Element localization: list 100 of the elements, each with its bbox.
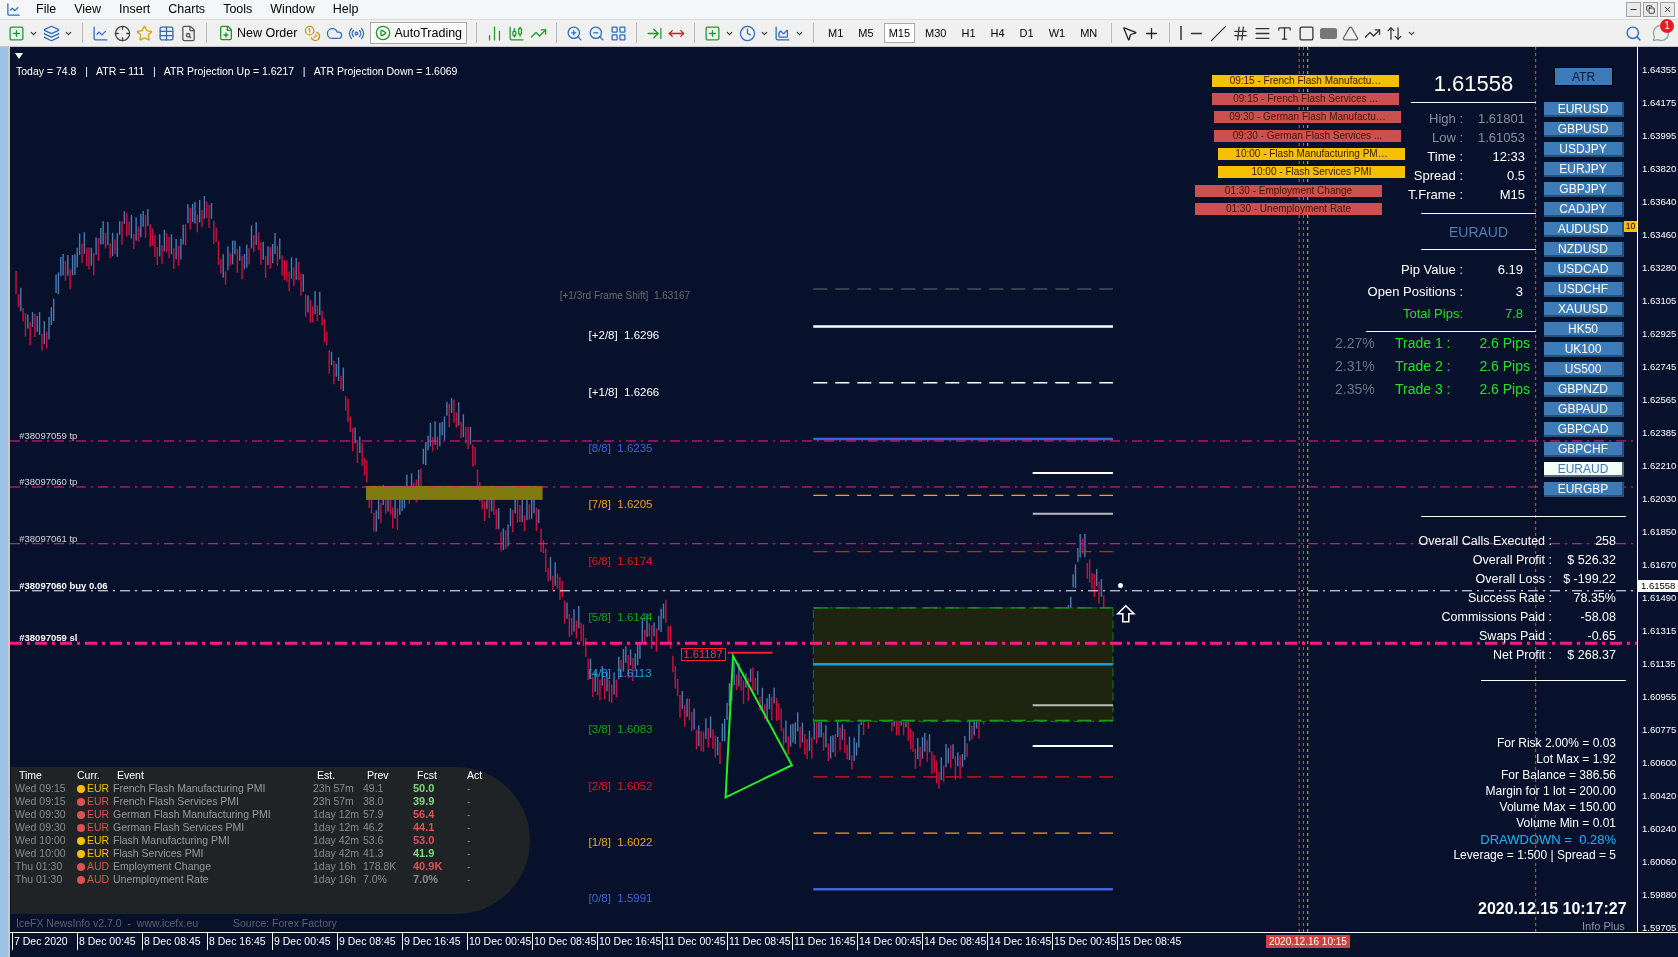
trade-label: Trade 1 : xyxy=(1395,334,1452,353)
news-actual: - xyxy=(466,834,472,847)
symbol-button[interactable]: UK100 xyxy=(1544,342,1624,357)
layers-icon[interactable] xyxy=(43,24,60,42)
channel-icon[interactable] xyxy=(1232,24,1250,42)
news-actual: - xyxy=(466,860,472,873)
news-time: Thu 01:30 xyxy=(15,860,64,873)
zoom-in-icon[interactable] xyxy=(566,24,584,42)
cursor-icon[interactable] xyxy=(1121,24,1139,42)
symbol-button[interactable]: GBPJPY xyxy=(1544,182,1624,197)
timeframe-button[interactable]: M5 xyxy=(853,23,879,43)
trade-label: Trade 3 : xyxy=(1395,380,1452,399)
symbol-button[interactable]: EURJPY xyxy=(1544,162,1624,177)
timeframe-button[interactable]: M30 xyxy=(920,23,952,43)
time-tick-label: 15 Dec 00:45 xyxy=(1052,933,1117,950)
symbol-button[interactable]: GBPNZD xyxy=(1544,382,1624,397)
timeframe-button[interactable]: H4 xyxy=(985,23,1010,43)
column-header: Event xyxy=(116,769,145,782)
timeframe-button[interactable]: M15 xyxy=(883,23,916,43)
symbol-button[interactable]: GBPUSD xyxy=(1544,122,1624,137)
menu-item[interactable]: File xyxy=(27,0,66,19)
stat-label: Overall Profit : xyxy=(1471,552,1552,570)
news-time: Wed 09:30 xyxy=(15,808,67,821)
stat-label: Overall Loss : xyxy=(1474,571,1552,589)
crosshair-icon[interactable] xyxy=(114,24,131,42)
lot-info-line: Volume Max = 150.00 xyxy=(1499,799,1616,814)
price-tick-label: 1.62385 xyxy=(1642,427,1677,439)
news-forecast: 56.4 xyxy=(413,808,436,821)
level-label: [3/8] 1.6083 xyxy=(588,722,653,738)
timeframe-button[interactable]: D1 xyxy=(1014,23,1039,43)
menu-item[interactable]: Charts xyxy=(159,0,215,19)
quote-value: 12:33 xyxy=(1491,147,1525,166)
news-actual: - xyxy=(466,795,472,808)
news-event: Flash Services PMI xyxy=(113,847,205,860)
symbol-button[interactable]: EURUSD xyxy=(1544,102,1624,117)
symbol-button[interactable]: GBPCAD xyxy=(1544,422,1624,437)
news-event: German Flash Services PMI xyxy=(113,821,246,834)
close-button[interactable] xyxy=(1660,2,1675,17)
symbol-button[interactable]: USDCAD xyxy=(1544,262,1624,277)
symbol-button[interactable]: EURGBP xyxy=(1544,482,1624,497)
chart-icon[interactable] xyxy=(92,24,109,42)
price-label: 1.61187 xyxy=(680,647,726,661)
restore-button[interactable] xyxy=(1643,2,1658,17)
menu-item[interactable]: View xyxy=(65,0,111,19)
level-label: [8/8] 1.6235 xyxy=(588,441,653,457)
candlestick-icon[interactable] xyxy=(508,24,526,42)
clock-icon[interactable] xyxy=(739,24,757,42)
timeframe-button[interactable]: M1 xyxy=(823,23,849,43)
text-label-icon[interactable] xyxy=(1298,24,1316,42)
symbol-button[interactable]: US500 xyxy=(1544,362,1624,377)
arrows-icon[interactable] xyxy=(1386,24,1404,42)
zoom-out-icon[interactable] xyxy=(588,24,606,42)
news-actual: - xyxy=(466,821,472,834)
symbol-button[interactable]: XAUUSD xyxy=(1544,302,1624,317)
symbol-button[interactable]: USDJPY xyxy=(1544,142,1624,157)
news-bar: 09:15 - French Flash Services ... xyxy=(1212,93,1399,105)
triangle-icon[interactable] xyxy=(1342,24,1360,42)
restore-icon xyxy=(1646,5,1655,14)
menu-item[interactable]: Tools xyxy=(214,0,262,19)
account-label: Open Positions : xyxy=(1366,283,1463,302)
price-tick-label: 1.59880 xyxy=(1642,889,1677,901)
table-icon[interactable] xyxy=(158,24,175,42)
area-chart-icon[interactable] xyxy=(774,24,792,42)
text-tool-icon[interactable] xyxy=(1276,24,1294,42)
price-tick-label: 1.60955 xyxy=(1642,691,1677,703)
timeframe-button[interactable]: W1 xyxy=(1043,23,1071,43)
symbol-button[interactable]: EURAUD xyxy=(1544,462,1624,477)
rectangle-icon[interactable] xyxy=(1320,27,1338,39)
atr-button[interactable]: ATR xyxy=(1554,67,1613,86)
menu-item[interactable]: Window xyxy=(261,0,324,19)
symbol-button[interactable]: AUDUSD xyxy=(1544,222,1624,237)
star-icon[interactable] xyxy=(136,24,153,42)
collapse-triangle-icon[interactable] xyxy=(15,53,23,59)
timeframe-button[interactable]: MN xyxy=(1075,23,1103,43)
file-search-icon[interactable] xyxy=(180,24,197,42)
news-bar: 09:30 - German Flash Manufactu… xyxy=(1214,111,1401,123)
level-label: [6/8] 1.6174 xyxy=(588,553,653,569)
symbol-button[interactable]: USDCHF xyxy=(1544,282,1624,297)
symbol-button[interactable]: CADJPY xyxy=(1544,202,1624,217)
new-order-button[interactable]: New Order xyxy=(216,23,300,43)
timeframe-button[interactable]: H1 xyxy=(956,23,981,43)
symbol-button[interactable]: NZDUSD xyxy=(1544,242,1624,257)
search-icon[interactable] xyxy=(1625,24,1642,42)
symbol-button[interactable]: HK50 xyxy=(1544,322,1624,337)
close-icon xyxy=(1663,5,1672,14)
auto-trading-button[interactable]: AutoTrading xyxy=(370,22,468,44)
symbol-button[interactable]: GBPCHF xyxy=(1544,442,1624,457)
symbol-button[interactable]: GBPAUD xyxy=(1544,402,1624,417)
vertical-line-icon[interactable] xyxy=(1179,25,1184,41)
menu-item[interactable]: Insert xyxy=(110,0,160,19)
time-tick-label: 15 Dec 08:45 xyxy=(1117,933,1182,950)
trendline-icon[interactable] xyxy=(1210,24,1228,42)
minimize-button[interactable] xyxy=(1626,2,1641,17)
column-header: Prev xyxy=(366,769,390,782)
menu-item[interactable]: Help xyxy=(323,0,368,19)
trade-percent: 2.31% xyxy=(1335,357,1376,376)
news-currency: AUD xyxy=(87,860,111,873)
time-tick-label: 14 Dec 16:45 xyxy=(987,933,1052,950)
price-tick-label: 1.63820 xyxy=(1642,163,1677,175)
tile-windows-icon[interactable] xyxy=(610,24,628,42)
